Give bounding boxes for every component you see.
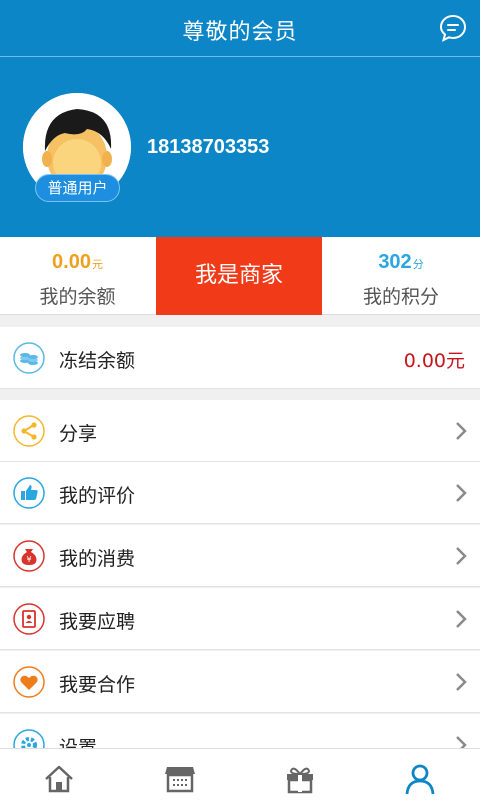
chevron-right-icon xyxy=(456,610,467,628)
home-icon[interactable] xyxy=(42,763,76,795)
member-level-badge: 普通用户 xyxy=(35,174,120,202)
menu-item-reviews[interactable]: 我的评价 xyxy=(0,462,480,524)
top-bar: 尊敬的会员 xyxy=(0,0,480,57)
thumbs-up-icon xyxy=(13,477,45,509)
frozen-balance-label: 冻结余额 xyxy=(59,350,136,372)
frozen-balance-row[interactable]: 冻结余额 0.00元 xyxy=(0,327,480,389)
share-icon xyxy=(13,415,45,447)
svg-text:¥: ¥ xyxy=(26,555,31,564)
bottom-tab-bar xyxy=(0,748,480,800)
merchant-button[interactable]: 我是商家 xyxy=(156,237,322,315)
points-value: 302 xyxy=(378,251,412,273)
phone-number: 18138703353 xyxy=(147,136,270,158)
user-icon[interactable] xyxy=(403,763,437,795)
gift-icon[interactable] xyxy=(283,763,317,795)
menu-item-label: 分享 xyxy=(59,423,98,445)
profile-header: 普通用户 18138703353 xyxy=(0,57,480,237)
chevron-right-icon xyxy=(456,484,467,502)
page-title: 尊敬的会员 xyxy=(182,20,298,45)
points-stat[interactable]: 302分 我的积分 xyxy=(322,237,480,315)
chevron-right-icon xyxy=(456,673,467,691)
balance-stat[interactable]: 0.00元 我的余额 xyxy=(0,237,155,315)
points-unit: 分 xyxy=(412,259,424,271)
chat-bubble-icon[interactable] xyxy=(438,13,468,43)
store-icon[interactable] xyxy=(163,763,197,795)
balance-label: 我的余额 xyxy=(39,286,116,308)
coins-icon xyxy=(13,342,45,374)
chevron-right-icon xyxy=(456,422,467,440)
stats-bar: 0.00元 我的余额 我是商家 302分 我的积分 xyxy=(0,237,480,315)
money-bag-icon: ¥ xyxy=(13,540,45,572)
chevron-right-icon xyxy=(456,547,467,565)
menu-item-consumption[interactable]: ¥ 我的消费 xyxy=(0,525,480,587)
menu-item-label: 我的消费 xyxy=(59,548,136,570)
resume-icon xyxy=(13,603,45,635)
balance-value: 0.00 xyxy=(52,251,91,273)
menu-item-label: 我要应聘 xyxy=(59,611,136,633)
heart-icon xyxy=(13,666,45,698)
menu-item-apply-job[interactable]: 我要应聘 xyxy=(0,588,480,650)
menu-item-cooperate[interactable]: 我要合作 xyxy=(0,651,480,713)
balance-unit: 元 xyxy=(91,259,103,271)
frozen-balance-value: 0.00元 xyxy=(403,350,465,372)
menu-item-share[interactable]: 分享 xyxy=(0,400,480,462)
points-label: 我的积分 xyxy=(362,286,439,308)
menu-item-label: 我要合作 xyxy=(59,674,136,696)
menu-item-label: 我的评价 xyxy=(59,485,136,507)
